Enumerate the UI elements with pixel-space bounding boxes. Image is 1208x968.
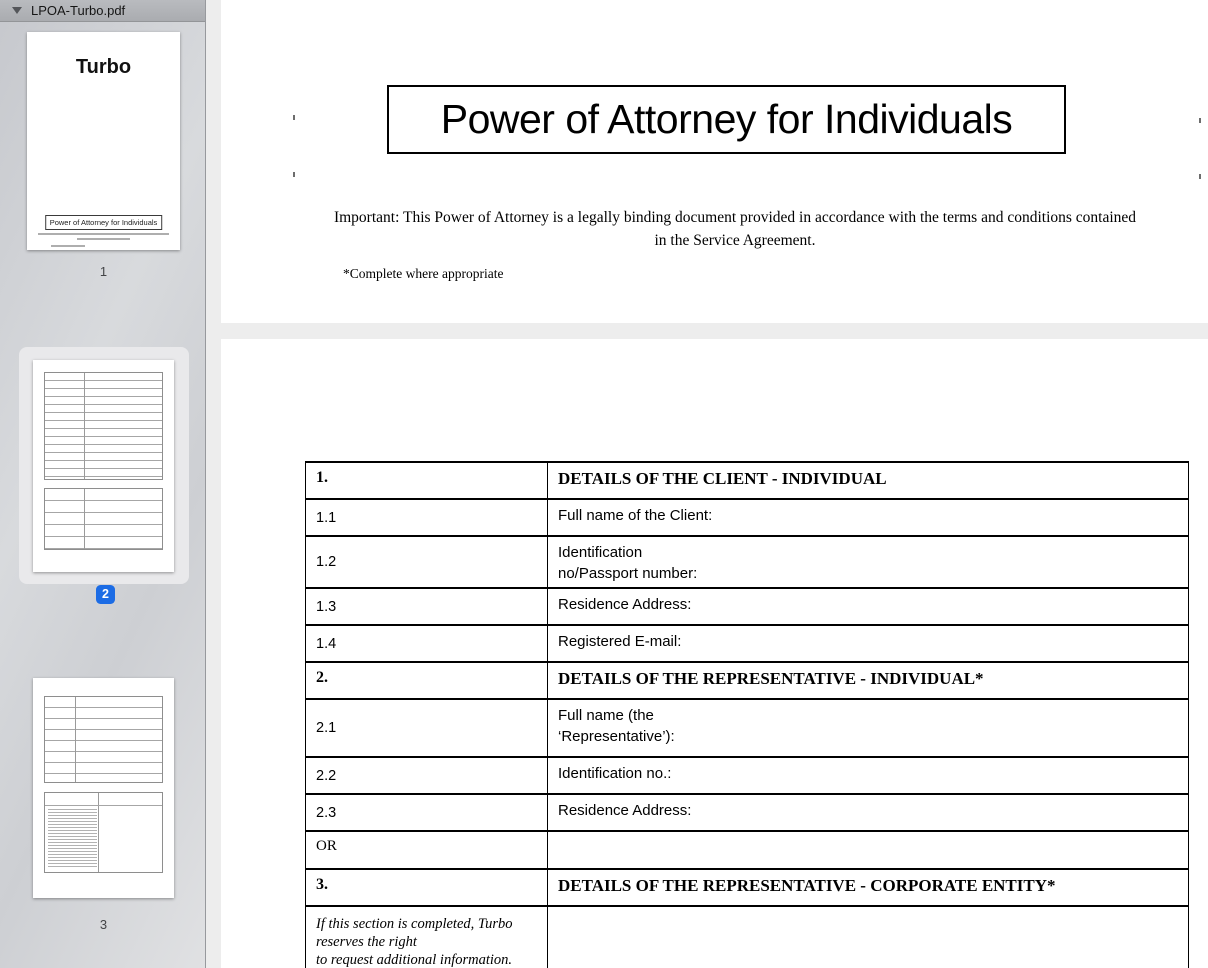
- row-note-text: If this section is completed, Turbo rese…: [306, 906, 548, 968]
- thumbnail-sidebar[interactable]: LPOA-Turbo.pdf Turbo Power of Attorney f…: [0, 0, 206, 968]
- document-title-box: Power of Attorney for Individuals: [387, 85, 1066, 154]
- thumbnail-table-rowline: [45, 805, 162, 806]
- document-view[interactable]: Power of Attorney for Individuals Import…: [207, 0, 1208, 968]
- table-row-1-3: 1.3 Residence Address:: [306, 588, 1189, 625]
- row-label: Identification no.:: [548, 757, 1189, 794]
- thumbnail-text-skeleton: [38, 233, 170, 235]
- row-label: [548, 831, 1189, 869]
- thumbnail-table-divider: [75, 697, 76, 782]
- page-edge-mark: [293, 115, 295, 120]
- thumbnail-text-skeleton: [51, 245, 85, 247]
- table-row-note: If this section is completed, Turbo rese…: [306, 906, 1189, 968]
- thumbnail-table-skeleton: [44, 792, 163, 873]
- thumbnail-text-skeleton: [77, 238, 129, 240]
- table-row-1-1: 1.1 Full name of the Client:: [306, 499, 1189, 536]
- thumbnail-box-label: Power of Attorney for Individuals: [45, 215, 163, 230]
- page-2-thumbnail[interactable]: [33, 360, 174, 572]
- row-label: Residence Address:: [548, 588, 1189, 625]
- row-label: Full name (the ‘Representative’):: [548, 699, 1189, 757]
- row-number: 2.2: [306, 757, 548, 794]
- row-number: 1.2: [306, 536, 548, 588]
- row-number: 3.: [306, 869, 548, 906]
- thumbnail-title-text: Turbo: [27, 56, 180, 79]
- row-number: 1.: [306, 462, 548, 499]
- row-label: Residence Address:: [548, 794, 1189, 831]
- row-label: Identification no/Passport number:: [548, 536, 1189, 588]
- row-label: DETAILS OF THE CLIENT - INDIVIDUAL: [548, 462, 1189, 499]
- thumbnail-textblock-skeleton: [48, 809, 97, 868]
- sidebar-header: LPOA-Turbo.pdf: [0, 0, 205, 22]
- table-row-2-1: 2.1 Full name (the ‘Representative’):: [306, 699, 1189, 757]
- thumbnail-table-skeleton: [44, 488, 163, 550]
- table-row-1-2: 1.2 Identification no/Passport number:: [306, 536, 1189, 588]
- complete-where-appropriate-note: *Complete where appropriate: [343, 266, 503, 282]
- row-label: [548, 906, 1189, 968]
- row-label: DETAILS OF THE REPRESENTATIVE - CORPORAT…: [548, 869, 1189, 906]
- details-table: 1. DETAILS OF THE CLIENT - INDIVIDUAL 1.…: [305, 461, 1189, 968]
- row-number: 1.3: [306, 588, 548, 625]
- pdf-page-1: Power of Attorney for Individuals Import…: [221, 0, 1208, 323]
- thumbnail-table-skeleton: [44, 696, 163, 783]
- page-edge-mark: [1199, 118, 1201, 123]
- row-number: 2.1: [306, 699, 548, 757]
- row-label: DETAILS OF THE REPRESENTATIVE - INDIVIDU…: [548, 662, 1189, 699]
- table-row-section-2: 2. DETAILS OF THE REPRESENTATIVE - INDIV…: [306, 662, 1189, 699]
- details-table-wrapper: 1. DETAILS OF THE CLIENT - INDIVIDUAL 1.…: [305, 461, 1189, 968]
- important-notice: Important: This Power of Attorney is a l…: [262, 206, 1208, 252]
- page-edge-mark: [293, 172, 295, 177]
- row-number: 1.4: [306, 625, 548, 662]
- page-1-number: 1: [27, 264, 180, 279]
- page-3-thumbnail[interactable]: [33, 678, 174, 898]
- page-3-number: 3: [27, 917, 180, 932]
- row-label: Registered E-mail:: [548, 625, 1189, 662]
- row-number: 2.: [306, 662, 548, 699]
- thumbnail-table-divider: [84, 489, 85, 549]
- thumbnail-table-skeleton: [44, 372, 163, 480]
- table-row-section-3: 3. DETAILS OF THE REPRESENTATIVE - CORPO…: [306, 869, 1189, 906]
- table-row-1-4: 1.4 Registered E-mail:: [306, 625, 1189, 662]
- pdf-page-2: 1. DETAILS OF THE CLIENT - INDIVIDUAL 1.…: [221, 339, 1208, 968]
- table-row-2-3: 2.3 Residence Address:: [306, 794, 1189, 831]
- row-label: Full name of the Client:: [548, 499, 1189, 536]
- disclosure-triangle-icon[interactable]: [12, 7, 22, 14]
- document-filename: LPOA-Turbo.pdf: [31, 3, 125, 18]
- page-2-selected-badge: 2: [96, 585, 115, 604]
- thumbnail-table-divider: [84, 373, 85, 479]
- row-number: 1.1: [306, 499, 548, 536]
- table-row-2-2: 2.2 Identification no.:: [306, 757, 1189, 794]
- preview-window: LPOA-Turbo.pdf Turbo Power of Attorney f…: [0, 0, 1208, 968]
- page-edge-mark: [1199, 174, 1201, 179]
- table-row-or: OR: [306, 831, 1189, 869]
- table-row-section-1: 1. DETAILS OF THE CLIENT - INDIVIDUAL: [306, 462, 1189, 499]
- page-1-thumbnail[interactable]: Turbo Power of Attorney for Individuals: [27, 32, 180, 250]
- row-number: OR: [306, 831, 548, 869]
- row-number: 2.3: [306, 794, 548, 831]
- document-title: Power of Attorney for Individuals: [441, 96, 1012, 143]
